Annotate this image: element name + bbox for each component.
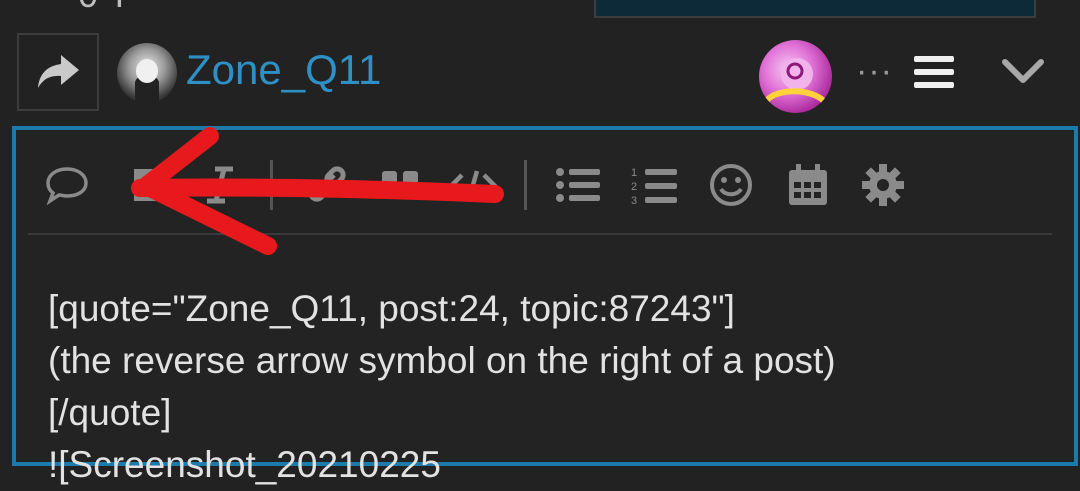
bullet-list-icon[interactable] xyxy=(552,160,604,210)
gear-icon[interactable] xyxy=(858,160,908,210)
reply-to-avatar[interactable] xyxy=(759,40,832,113)
text-line: ![Screenshot_20210225 xyxy=(48,444,441,485)
svg-text:2: 2 xyxy=(631,181,637,193)
truncated-text: 0 Y xyxy=(78,0,131,16)
blockquote-icon[interactable] xyxy=(376,160,426,210)
avatar-figure xyxy=(135,59,159,103)
italic-icon[interactable] xyxy=(200,160,240,210)
toolbar-separator xyxy=(28,233,1052,235)
chevron-down-icon[interactable] xyxy=(1000,52,1046,97)
numbered-list-icon[interactable]: 1 2 3 xyxy=(628,160,680,210)
hamburger-menu-icon[interactable] xyxy=(912,52,956,97)
svg-text:1: 1 xyxy=(631,167,637,179)
bold-icon[interactable] xyxy=(126,160,166,210)
user-avatar[interactable] xyxy=(117,43,177,103)
toolbar-divider xyxy=(524,160,527,210)
text-line: [quote="Zone_Q11, post:24, topic:87243"] xyxy=(48,288,735,329)
code-icon[interactable] xyxy=(446,160,500,210)
link-icon[interactable] xyxy=(300,160,354,210)
svg-text:3: 3 xyxy=(631,195,637,207)
composer-text[interactable]: [quote="Zone_Q11, post:24, topic:87243"]… xyxy=(48,283,836,491)
emoji-icon[interactable] xyxy=(706,160,756,210)
text-line: [/quote] xyxy=(48,392,172,433)
calendar-icon[interactable] xyxy=(784,160,832,210)
more-options[interactable]: ··· xyxy=(856,52,893,91)
previous-panel xyxy=(594,0,1036,18)
speech-bubble-icon[interactable] xyxy=(42,160,92,210)
previous-content-strip: 0 Y xyxy=(0,0,1080,18)
share-reply-icon xyxy=(38,55,79,88)
username-link[interactable]: Zone_Q11 xyxy=(186,46,381,94)
text-line: (the reverse arrow symbol on the right o… xyxy=(48,340,836,381)
toolbar-divider xyxy=(270,160,273,210)
avatar-figure xyxy=(764,58,828,105)
reply-button[interactable] xyxy=(17,33,99,111)
